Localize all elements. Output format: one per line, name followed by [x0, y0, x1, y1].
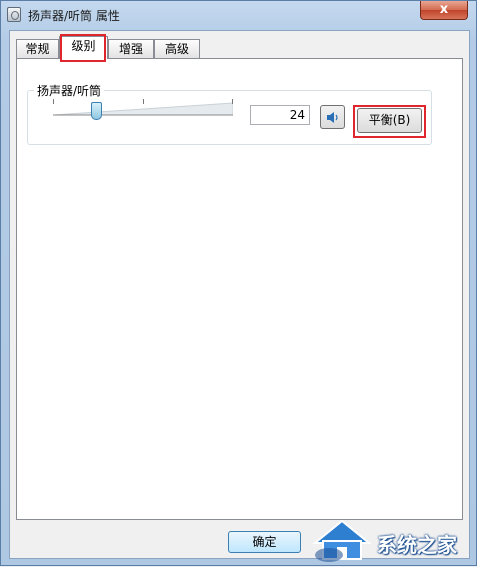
speaker-device-icon	[7, 7, 21, 22]
watermark: 系统之家	[307, 513, 477, 567]
level-group: 扬声器/听筒 24 平衡(B)	[27, 82, 432, 145]
volume-slider[interactable]	[53, 99, 233, 125]
ok-button[interactable]: 确定	[228, 531, 301, 553]
tab-enhancements[interactable]: 增强	[108, 39, 154, 58]
tab-general[interactable]: 常规	[16, 39, 59, 58]
house-logo-icon	[312, 519, 372, 562]
properties-window: 扬声器/听筒 属性 x 常规 级别 增强 高级 扬声器/听筒 24 平衡(B) …	[0, 0, 477, 566]
slider-thumb[interactable]	[91, 102, 103, 120]
title-bar[interactable]: 扬声器/听筒 属性 x	[1, 1, 476, 29]
slider-track	[53, 102, 233, 116]
balance-button[interactable]: 平衡(B)	[357, 108, 422, 133]
mute-button[interactable]	[320, 105, 345, 129]
window-title: 扬声器/听筒 属性	[28, 9, 120, 23]
level-value-field[interactable]: 24	[250, 105, 310, 125]
slider-tick	[232, 99, 233, 104]
tab-levels-highlight	[60, 34, 106, 62]
close-button[interactable]: x	[420, 1, 468, 20]
slider-tick	[143, 99, 144, 104]
device-label: 扬声器/听筒	[34, 82, 105, 99]
watermark-text: 系统之家	[377, 533, 457, 557]
levels-panel: 扬声器/听筒 24 平衡(B)	[16, 58, 463, 520]
slider-tick	[53, 99, 54, 104]
speaker-icon	[327, 112, 338, 123]
tab-advanced[interactable]: 高级	[154, 39, 200, 58]
dialog-client-area: 常规 级别 增强 高级 扬声器/听筒 24 平衡(B) 确定	[9, 30, 470, 559]
